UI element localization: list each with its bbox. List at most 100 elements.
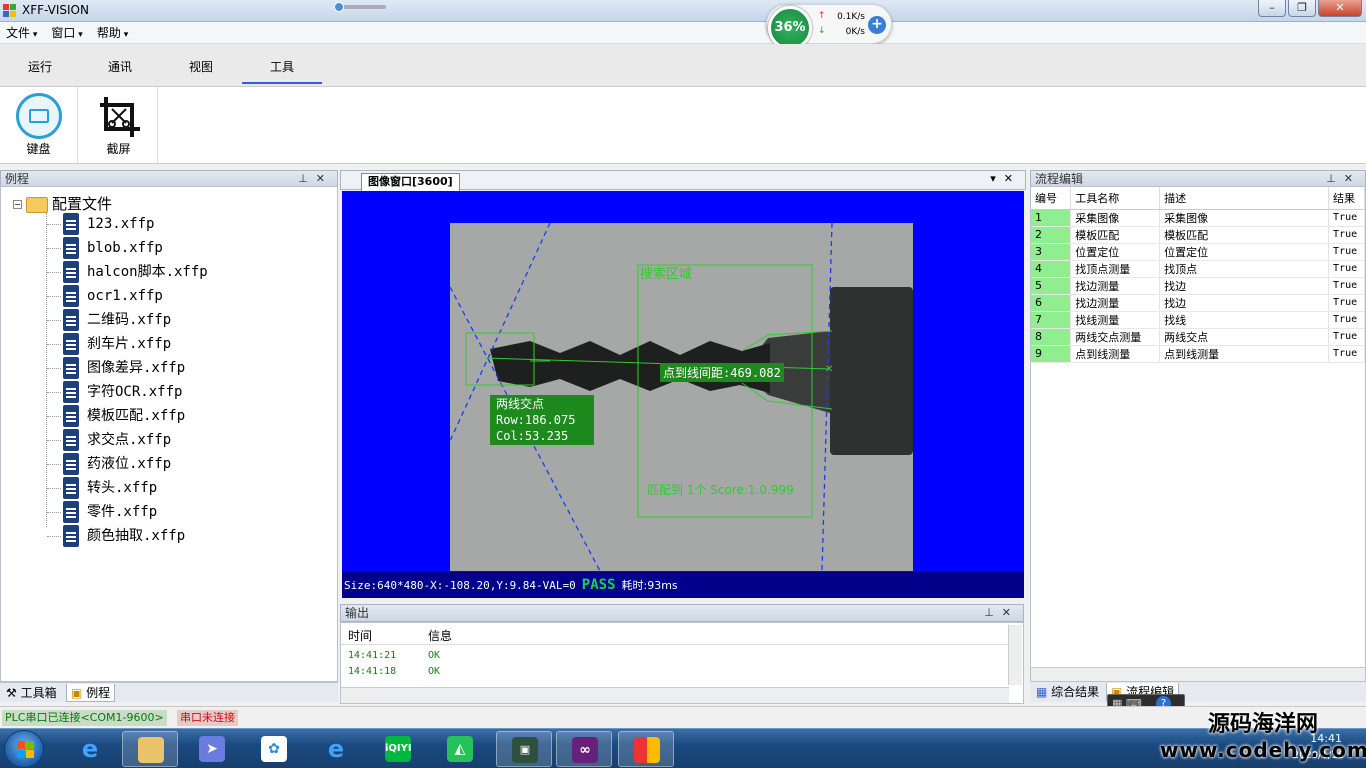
intersection-box: 两线交点 Row:186.075 Col:53.235 [490, 395, 594, 445]
image-window-tab[interactable]: 图像窗口[3600] [361, 173, 460, 191]
tab-samples-label: 例程 [86, 686, 111, 700]
minimize-button[interactable]: – [1258, 0, 1286, 17]
file-icon [63, 357, 79, 379]
download-speed: 0K/s [845, 27, 865, 37]
tab-toolbox[interactable]: ⚒ 工具箱 [2, 684, 61, 702]
accelerate-button[interactable]: + [868, 16, 886, 34]
tree-file-item[interactable]: 求交点.xffp [46, 429, 171, 451]
flow-horizontal-scrollbar[interactable] [1031, 667, 1365, 681]
tree-file-item[interactable]: 模板匹配.xffp [46, 405, 185, 427]
file-icon [63, 309, 79, 331]
tree-file-item[interactable]: 二维码.xffp [46, 309, 171, 331]
taskbar-iqiyi[interactable]: iQIYI [370, 731, 426, 767]
output-time: 14:41:21 [348, 650, 397, 661]
flow-desc: 找顶点 [1159, 260, 1330, 278]
summary-icon: ▦ [1036, 685, 1052, 699]
file-label: ocr1.xffp [87, 288, 163, 304]
flow-desc: 点到线测量 [1159, 345, 1330, 363]
taskbar-ie2[interactable]: e [308, 731, 364, 767]
tab-tools[interactable]: 工具 [242, 58, 322, 84]
flow-row[interactable]: 8 两线交点测量 两线交点 True [1031, 328, 1365, 346]
flow-row[interactable]: 7 找线测量 找线 True [1031, 311, 1365, 329]
col-id[interactable]: 编号 [1031, 187, 1072, 210]
network-speed-widget[interactable]: 36% ↑ 0.1K/s ↓ 0K/s + [766, 4, 892, 50]
flow-table: 编号 工具名称 描述 结果 1 采集图像 采集图像 True 2 模板匹配 模板匹配 Tru… [1031, 187, 1365, 363]
file-icon [63, 333, 79, 355]
close-button[interactable]: ✕ [1318, 0, 1362, 17]
tab-run[interactable]: 运行 [0, 58, 80, 84]
watermark-line1: 源码海洋网 [1207, 712, 1318, 737]
col-result[interactable]: 结果 [1328, 187, 1365, 210]
image-info: Size:640*480-X:-108.20,Y:9.84-VAL=0 [344, 579, 576, 592]
taskbar-xff-vision[interactable] [618, 731, 674, 767]
flow-id: 8 [1031, 328, 1072, 346]
panel-pin-close-icon[interactable]: ⊥✕ [298, 171, 333, 187]
ribbon-panel: 键盘 截屏 [0, 86, 1366, 164]
tab-comm[interactable]: 通讯 [80, 58, 160, 84]
tree-file-item[interactable]: 字符OCR.xffp [46, 381, 182, 403]
flow-row[interactable]: 2 模板匹配 模板匹配 True [1031, 226, 1365, 244]
sample-tree-panel: − 配置文件 123.xffp blob.xffp halcon脚本.xffp o… [0, 186, 338, 682]
file-label: 转头.xffp [87, 480, 158, 496]
taskbar-explorer[interactable] [122, 731, 178, 767]
col-tool-name[interactable]: 工具名称 [1070, 187, 1161, 210]
title-bar: XFF-VISION – ❐ ✕ [0, 0, 1366, 22]
menu-help[interactable]: 帮助 [97, 24, 128, 41]
flow-tool: 采集图像 [1070, 209, 1161, 227]
flow-row[interactable]: 9 点到线测量 点到线测量 True [1031, 345, 1365, 363]
panel-pin-close-icon[interactable]: ⊥✕ [1326, 171, 1361, 187]
flow-row[interactable]: 5 找边测量 找边 True [1031, 277, 1365, 295]
taskbar-terminal[interactable]: ▣ [496, 731, 552, 767]
keyboard-button[interactable]: 键盘 [0, 87, 78, 163]
flow-row[interactable]: 1 采集图像 采集图像 True [1031, 209, 1365, 227]
file-icon [63, 501, 79, 523]
tree-file-item[interactable]: blob.xffp [47, 237, 163, 259]
screenshot-button[interactable]: 截屏 [80, 87, 158, 163]
flow-header-row: 编号 工具名称 描述 结果 [1031, 187, 1365, 210]
collapse-icon[interactable]: − [13, 200, 22, 209]
output-vertical-scrollbar[interactable] [1008, 625, 1022, 685]
tab-summary-label: 综合结果 [1051, 685, 1100, 699]
menu-file[interactable]: 文件 [6, 24, 37, 41]
tree-file-item[interactable]: halcon脚本.xffp [47, 261, 208, 283]
taskbar-ie[interactable]: e [62, 731, 118, 767]
tree-file-item[interactable]: ocr1.xffp [47, 285, 163, 307]
taskbar-visual-studio[interactable]: ∞ [556, 731, 612, 767]
intersection-row: Row:186.075 [496, 413, 576, 427]
tree-file-item[interactable]: 药液位.xffp [46, 453, 171, 475]
tab-samples[interactable]: ▣ 例程 [66, 684, 116, 702]
taskbar-app-arrow[interactable]: ➤ [184, 731, 240, 767]
ribbon-tabs: 运行 通讯 视图 工具 [0, 44, 1366, 86]
tab-view[interactable]: 视图 [161, 58, 241, 84]
panel-pin-close-icon[interactable]: ⊥✕ [984, 605, 1019, 621]
flow-desc: 找边 [1159, 277, 1330, 295]
tab-summary[interactable]: ▦ 综合结果 [1032, 683, 1103, 701]
col-desc[interactable]: 描述 [1159, 187, 1330, 210]
plc-status: PLC串口已连接<COM1-9600> [2, 710, 167, 726]
tree-file-item[interactable]: 123.xffp [46, 213, 154, 235]
tree-file-item[interactable]: 刹车片.xffp [46, 333, 171, 355]
maximize-button[interactable]: ❐ [1288, 0, 1316, 17]
menu-window[interactable]: 窗口 [51, 24, 82, 41]
folder-explorer-icon [138, 737, 164, 763]
output-msg: OK [428, 666, 441, 677]
taskbar-app-circle[interactable]: ✿ [246, 731, 302, 767]
file-icon [63, 405, 79, 427]
tree-root-item[interactable]: − 配置文件 [13, 193, 112, 214]
tree-file-item[interactable]: 转头.xffp [46, 477, 158, 499]
tree-file-item[interactable]: 图像差异.xffp [46, 357, 185, 379]
output-horizontal-scrollbar[interactable] [341, 687, 1009, 703]
file-icon [63, 429, 79, 451]
flow-row[interactable]: 6 找边测量 找边 True [1031, 294, 1365, 312]
tree-file-item[interactable]: 颜色抽取.xffp [46, 525, 185, 547]
tab-menu-close-icon[interactable]: ▾✕ [990, 172, 1021, 185]
file-icon [63, 213, 79, 235]
flow-row[interactable]: 4 找顶点测量 找顶点 True [1031, 260, 1365, 278]
title-slider[interactable] [334, 2, 386, 12]
tree-file-item[interactable]: 零件.xffp [46, 501, 157, 523]
taskbar-app-green[interactable]: ◭ [432, 731, 488, 767]
flow-id: 6 [1031, 294, 1072, 312]
flow-row[interactable]: 3 位置定位 位置定位 True [1031, 243, 1365, 261]
screenshot-label: 截屏 [106, 142, 131, 156]
start-button[interactable] [4, 730, 44, 768]
